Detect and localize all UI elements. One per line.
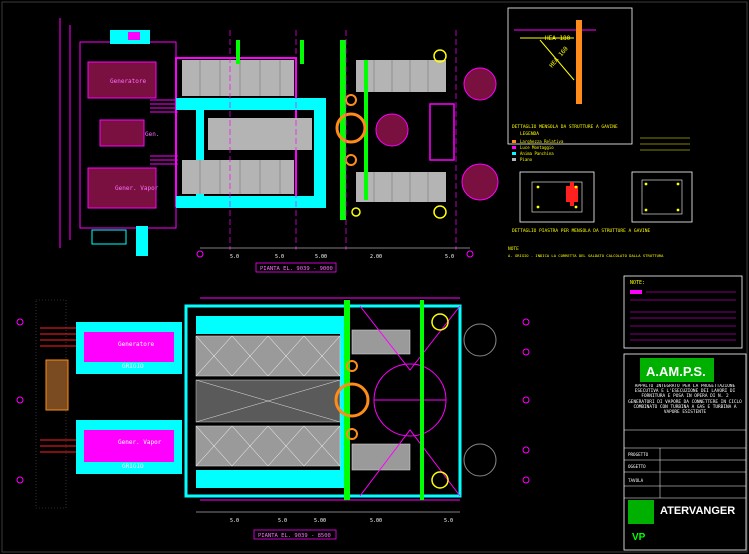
row-oggetto: OGGETTO: [628, 464, 646, 469]
legend-item-1: Larghezza Relativa: [520, 139, 564, 144]
room-bottom-1: Generatore: [118, 341, 155, 348]
profile-label: HEA 180: [545, 35, 571, 42]
legend-item-3: Anima Panchina: [520, 151, 554, 156]
room-bottom-4: GRIGIO: [122, 463, 144, 470]
dim-bottom-1: 5.0: [230, 518, 239, 524]
logo: A.AM.P.S.: [646, 364, 706, 379]
dim-top-5: 5.0: [445, 254, 454, 260]
dim-bottom-2: 5.0: [278, 518, 287, 524]
notes-title: NOTE: [508, 246, 519, 252]
legend-item-4: Piano: [520, 157, 533, 162]
room-label-3: Gener. Vapor: [115, 185, 159, 192]
dim-bottom-5: 5.0: [444, 518, 453, 524]
plan-top-caption: PIANTA EL. 9039 - 9000: [260, 266, 333, 272]
detail-top-caption: DETTAGLIO MENSOLA DA STRUTTURE A GAVINE: [512, 124, 618, 130]
project-description: APPALTO INTEGRATO PER LA PROGETTAZIONE E…: [628, 384, 742, 416]
notes-text: A. GRIGIO - INDICA LA CORRETTA DEL SALDA…: [508, 253, 664, 258]
row-tavola: TAVOLA: [628, 478, 644, 483]
dim-top-3: 5.00: [315, 254, 327, 260]
cad-drawing-canvas: Generatore Gen. Gener. Vapor 5.0 5.0 5.0…: [0, 0, 749, 554]
title-block: A.AM.P.S. APPALTO INTEGRATO PER LA PROGE…: [623, 353, 747, 551]
room-label-1: Generatore: [110, 78, 147, 85]
room-label-2: Gen.: [145, 131, 159, 138]
notes-box-title: NOTE:: [630, 280, 645, 286]
plan-bottom-caption: PIANTA EL. 9039 - 8500: [258, 533, 331, 539]
legend-item-2: Luce Montaggio: [520, 145, 554, 150]
dim-bottom-4: 5.00: [370, 518, 382, 524]
dim-bottom-3: 5.00: [314, 518, 326, 524]
dim-top-1: 5.0: [230, 254, 239, 260]
sheet-code: VP: [632, 532, 646, 543]
room-bottom-3: Gener. Vapor: [118, 439, 162, 446]
dim-top-2: 5.0: [275, 254, 284, 260]
company-name: ATERVANGER: [660, 505, 735, 517]
dim-top-4: 2.00: [370, 254, 382, 260]
row-progetto: PROGETTO: [628, 452, 649, 457]
legend-title: LEGENDA: [520, 131, 539, 137]
detail-bottom-caption: DETTAGLIO PIASTRA PER MENSOLA DA STRUTTU…: [512, 228, 650, 234]
room-bottom-2: GRIGIO: [122, 363, 144, 370]
